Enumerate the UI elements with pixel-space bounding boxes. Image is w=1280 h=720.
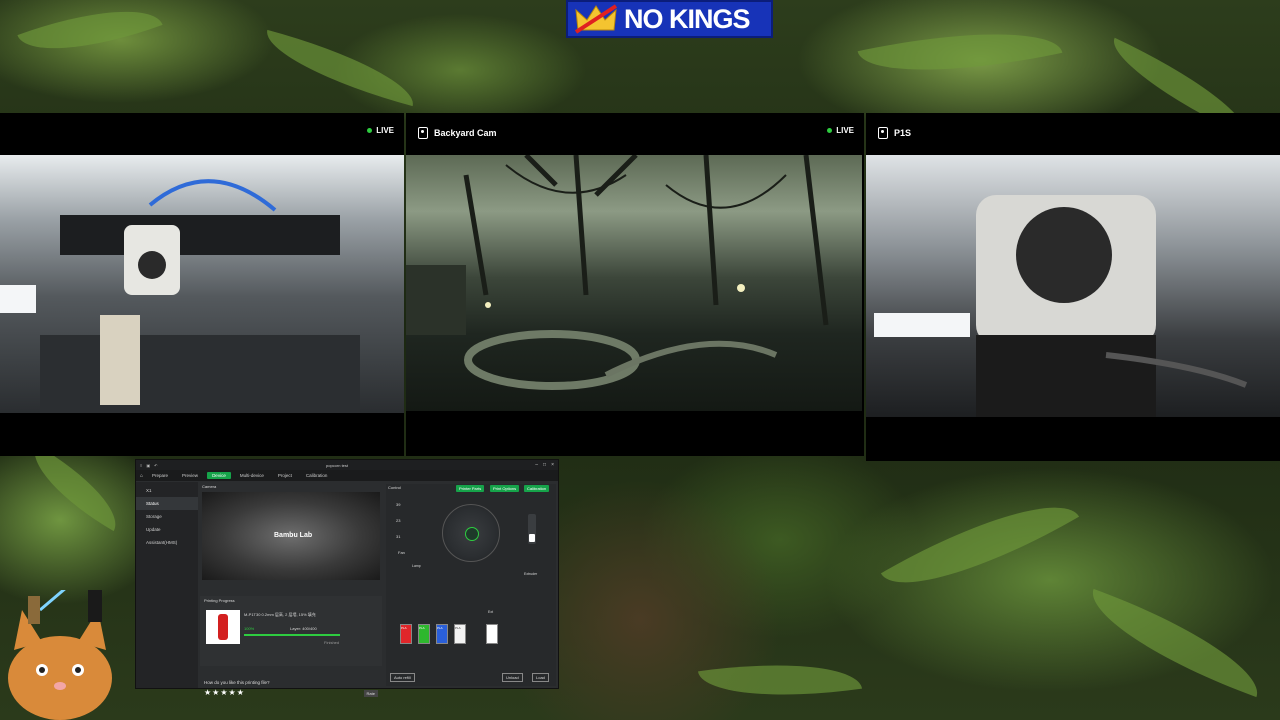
- progress-bar: [244, 634, 340, 636]
- control-section-label: Control: [388, 485, 401, 490]
- save-icon[interactable]: ▣: [146, 463, 150, 468]
- z-axis-slider[interactable]: [528, 514, 536, 544]
- model-thumbnail: [206, 610, 240, 644]
- live-indicator: LIVE: [827, 126, 854, 135]
- printing-progress: Printing Progress M-P1T30 0.2mm 层高, 2 层墙…: [200, 596, 382, 666]
- status-pane: Camera Bambu Lab Printing Progress M-P1T…: [200, 484, 382, 697]
- backyard-night-image: [406, 155, 829, 390]
- layer-count: Layer: 400/400: [290, 626, 317, 631]
- undo-icon[interactable]: ↶: [154, 463, 157, 468]
- print-options-button[interactable]: Print Options: [490, 485, 520, 492]
- printer-camera-feed[interactable]: [0, 155, 404, 413]
- bed-temp[interactable]: 23: [396, 518, 400, 523]
- banner-text: NO KINGS: [624, 3, 751, 34]
- rate-button[interactable]: Rate: [363, 690, 378, 697]
- menu-icon[interactable]: ≡: [140, 463, 142, 468]
- sidebar-item-storage[interactable]: Storage: [136, 510, 198, 523]
- home-icon[interactable]: ⌂: [140, 473, 143, 479]
- progress-percent: 100%: [244, 626, 255, 631]
- axis-joystick[interactable]: [442, 504, 500, 562]
- job-name: M-P1T30 0.2mm 层高, 2 层墙, 15% 填充: [244, 612, 316, 617]
- camera-section-label: Camera: [202, 484, 217, 489]
- live-label: LIVE: [376, 126, 394, 135]
- camera-panel-3: P1S: [866, 113, 1280, 461]
- extruder-label: Extruder: [524, 572, 538, 576]
- ext-label: Ext: [488, 610, 494, 614]
- auto-refill-button[interactable]: Auto refill: [390, 673, 415, 682]
- external-spool[interactable]: [486, 624, 498, 644]
- p1s-interior-image: [874, 195, 1248, 417]
- star-rating[interactable]: ★★★★★: [204, 688, 245, 697]
- ams-slot-4[interactable]: PLA: [454, 624, 466, 644]
- rating-prompt: How do you like this printing file?: [204, 680, 270, 685]
- window-title: popcorn test: [326, 463, 349, 468]
- bambu-lab-logo: Bambu Lab: [274, 532, 313, 539]
- window-controls: – □ ×: [535, 462, 554, 468]
- bambu-studio-window: ≡ ▣ ↶ popcorn test – □ × ⌂ Prepare Previ…: [135, 459, 559, 697]
- calibration-button[interactable]: Calibration: [524, 485, 550, 492]
- printer-selector[interactable]: X1: [136, 484, 198, 497]
- printer-parts-button[interactable]: Printer Parts: [456, 485, 485, 492]
- sidebar-item-assistant[interactable]: Assistant(HMS): [136, 536, 198, 549]
- camera-icon: [418, 127, 428, 139]
- load-button[interactable]: Load: [532, 673, 549, 682]
- live-label: LIVE: [836, 126, 854, 135]
- maximize-icon[interactable]: □: [543, 462, 546, 468]
- progress-fill: [244, 634, 340, 636]
- lamp-label[interactable]: Lamp: [412, 564, 421, 568]
- device-sidebar: X1 Status Storage Update Assistant(HMS): [136, 482, 198, 688]
- ams-slot-3[interactable]: PLA: [436, 624, 448, 644]
- tab-project[interactable]: Project: [273, 472, 297, 479]
- minimize-icon[interactable]: –: [535, 462, 538, 468]
- tab-prepare[interactable]: Prepare: [147, 472, 173, 479]
- tab-calibration[interactable]: Calibration: [301, 472, 333, 479]
- camera-header: P1S: [866, 113, 1280, 153]
- model-figure: [218, 614, 228, 640]
- no-kings-banner: NO KINGS: [566, 0, 773, 38]
- status-text: Finished: [324, 640, 340, 645]
- nozzle-temp[interactable]: 39: [396, 502, 400, 507]
- ams-slot-2[interactable]: PLA: [418, 624, 430, 644]
- camera-panel-2: Backyard Cam LIVE: [406, 113, 864, 456]
- sidebar-item-status[interactable]: Status: [136, 497, 198, 510]
- tab-preview[interactable]: Preview: [177, 472, 203, 479]
- sidebar-item-update[interactable]: Update: [136, 523, 198, 536]
- printer-interior-image: [0, 179, 360, 413]
- cat-jedi-overlay: [8, 590, 112, 720]
- live-dot-icon: [367, 128, 373, 133]
- live-dot-icon: [827, 128, 833, 133]
- backyard-camera-feed[interactable]: [406, 155, 862, 411]
- progress-section-label: Printing Progress: [204, 598, 235, 603]
- app-tabbar: ⌂ Prepare Preview Device Multi-device Pr…: [136, 470, 558, 481]
- home-axis-button[interactable]: [465, 527, 479, 541]
- p1s-camera-feed[interactable]: [866, 155, 1280, 417]
- tab-device[interactable]: Device: [207, 472, 231, 479]
- fan-label[interactable]: Fan: [398, 550, 405, 555]
- control-pane: Control Printer Parts Print Options Cali…: [386, 484, 556, 686]
- live-indicator: LIVE: [367, 126, 394, 135]
- unload-button[interactable]: Unload: [502, 673, 523, 682]
- ams-slot-1[interactable]: PLA: [400, 624, 412, 644]
- chamber-temp[interactable]: 31: [396, 534, 400, 539]
- camera-icon: [878, 127, 888, 139]
- camera-header: Backyard Cam: [406, 113, 864, 153]
- crown-icon: [574, 4, 618, 34]
- camera-title: P1S: [894, 128, 912, 138]
- close-icon[interactable]: ×: [551, 462, 554, 468]
- tab-multi-device[interactable]: Multi-device: [235, 472, 269, 479]
- camera-title: Backyard Cam: [434, 128, 497, 138]
- camera-panel-1: LIVE: [0, 113, 404, 456]
- printer-video[interactable]: Bambu Lab: [202, 492, 380, 580]
